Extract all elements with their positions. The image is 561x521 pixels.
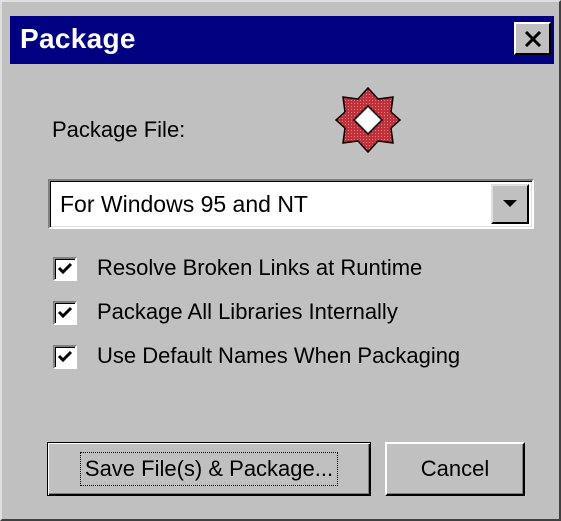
cancel-button[interactable]: Cancel bbox=[385, 442, 525, 496]
checkmark-icon bbox=[57, 306, 73, 319]
resolve-links-checkbox[interactable] bbox=[53, 257, 77, 281]
package-dialog: Package Package File: For Windows 95 and… bbox=[0, 0, 561, 521]
package-icon bbox=[333, 85, 403, 155]
checkmark-icon bbox=[57, 262, 73, 275]
package-libraries-label: Package All Libraries Internally bbox=[97, 299, 398, 324]
package-file-label: Package File: bbox=[52, 117, 186, 142]
default-names-checkbox[interactable] bbox=[53, 345, 77, 369]
cancel-label: Cancel bbox=[420, 456, 490, 481]
window-title: Package bbox=[20, 23, 136, 54]
save-package-label: Save File(s) & Package... bbox=[79, 452, 339, 486]
save-package-button[interactable]: Save File(s) & Package... bbox=[47, 442, 371, 496]
default-names-label: Use Default Names When Packaging bbox=[97, 343, 461, 368]
package-type-select[interactable]: For Windows 95 and NT bbox=[48, 179, 534, 229]
close-button[interactable] bbox=[514, 22, 551, 55]
chevron-down-icon bbox=[503, 200, 517, 207]
dropdown-button[interactable] bbox=[491, 184, 529, 224]
package-type-value: For Windows 95 and NT bbox=[60, 191, 308, 217]
title-bar[interactable]: Package bbox=[10, 16, 554, 64]
close-icon bbox=[524, 30, 541, 47]
package-libraries-checkbox[interactable] bbox=[53, 301, 77, 325]
checkmark-icon bbox=[57, 350, 73, 363]
resolve-links-label: Resolve Broken Links at Runtime bbox=[97, 255, 423, 280]
